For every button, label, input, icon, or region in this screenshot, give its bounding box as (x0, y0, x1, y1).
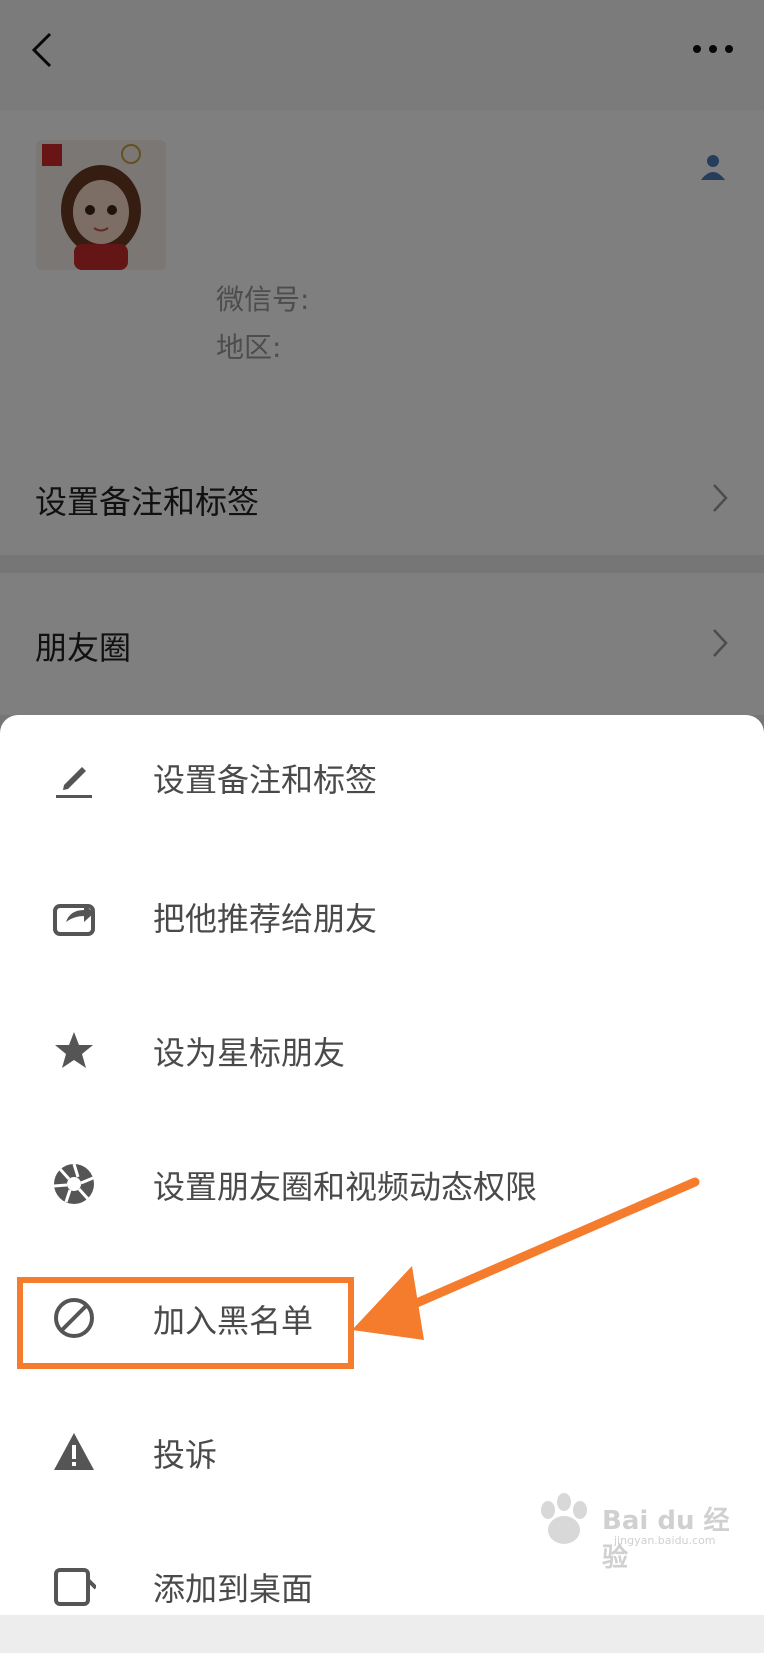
menu-label-recommend: 把他推荐给朋友 (153, 900, 378, 938)
aperture-icon (53, 1163, 94, 1204)
block-icon (54, 1298, 94, 1338)
menu-item-recommend[interactable]: 把他推荐给朋友 (0, 849, 764, 983)
menu-label-complain: 投诉 (153, 1436, 218, 1474)
baidu-watermark: Bai du 经验 jingyan.baidu.com (534, 1490, 734, 1573)
menu-item-remark-tags[interactable]: 设置备注和标签 (0, 715, 764, 849)
watermark-url: jingyan.baidu.com (614, 1534, 716, 1547)
menu-label-star-friend: 设为星标朋友 (153, 1034, 346, 1072)
pencil-icon (56, 767, 92, 798)
menu-label-add-to-desktop: 添加到桌面 (153, 1570, 314, 1608)
star-icon (55, 1032, 93, 1068)
menu-item-blacklist[interactable]: 加入黑名单 (0, 1251, 764, 1385)
menu-item-moments-permission[interactable]: 设置朋友圈和视频动态权限 (0, 1117, 764, 1251)
warning-icon (54, 1433, 94, 1470)
paw-icon (541, 1493, 587, 1544)
menu-item-star-friend[interactable]: 设为星标朋友 (0, 983, 764, 1117)
share-icon (53, 904, 95, 936)
action-sheet: 设置备注和标签 把他推荐给朋友 设为星标朋友 设置朋友圈和视频动态权限 加入黑名… (0, 715, 764, 1615)
menu-label-remark-tags: 设置备注和标签 (153, 761, 378, 799)
desktop-icon (54, 1568, 96, 1606)
menu-label-moments-permission: 设置朋友圈和视频动态权限 (153, 1168, 538, 1206)
menu-label-blacklist: 加入黑名单 (153, 1302, 314, 1340)
